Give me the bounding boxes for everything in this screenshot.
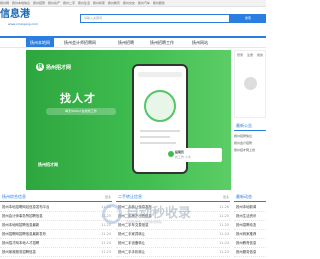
list-item-title: 扬州教育信息 [236,241,257,245]
list-item-title: 扬州二手设备转让 [118,241,146,245]
banner-title: 找人才 [60,92,96,105]
brand-name: 扬州招才网 [46,64,72,71]
list-item-date: 11-24 [219,232,229,236]
my-tab[interactable]: 我的 [257,53,263,57]
list-item-title: 扬州招聘动态 [236,223,257,227]
top-link[interactable]: 扬州招聘 [33,1,45,5]
list-item[interactable]: 扬州二手手机转让 11-23 [116,248,230,257]
page: 扬州网 扬州本地信息 扬州招聘 扬州房产 扬州二手 扬州生活 扬州商家 扬州教育… [0,0,266,259]
list-item-title: 扬州二手手机转让 [118,250,146,254]
nav-item-work[interactable]: 扬州招聘工作 [150,38,174,47]
avatar [244,77,257,90]
notice-item[interactable]: 扬州招才网上线 [234,148,255,152]
search-input[interactable]: 请输入关键词 [80,14,230,23]
list-item-date: 11-24 [219,241,229,245]
section-header: 扬州综合信息 更多 [0,193,112,202]
more-link[interactable]: 更多 [223,195,229,199]
login-panel: 登录 注册 我的 [234,50,266,118]
notice-item[interactable]: 扬州招聘信息 [234,134,252,138]
list-item[interactable]: 扬州二手家具转让 11-24 [116,230,230,239]
brand-badge-icon: 快 [36,63,44,71]
list-item-date: 11-23 [219,250,229,254]
top-link[interactable]: 扬州网 [0,1,9,5]
banner-subtitle: 每天5000人在线找工作 [46,108,116,115]
top-link[interactable]: 扬州服务 [153,1,165,5]
search-button[interactable]: 搜索 [230,14,266,23]
list-item-title: 扬州本地网招聘信息最新 [2,223,40,227]
card-title: 投简历 [175,150,185,154]
list-item[interactable]: 扬州本地新闻 [234,203,266,212]
section-title: 扬州综合信息 [2,194,26,199]
list-item[interactable]: 扬州会计师事务所招聘信息 11-25 [0,212,112,221]
list-item-date: 11-24 [101,232,111,236]
top-link[interactable]: 扬州交友 [123,1,135,5]
notice-item[interactable]: 扬州会计招聘 [234,141,252,145]
top-link[interactable]: 扬州商家 [93,1,105,5]
section-latest: 最新动态 扬州本地新闻 扬州生活资讯 扬州招聘动态 扬州商家推荐 扬州教育信息 … [234,193,266,259]
more-link[interactable]: 更多 [105,195,111,199]
nav-item-jobs[interactable]: 扬州招聘 [118,38,134,47]
notice-title: 最新公告 [236,123,252,128]
list-item[interactable]: 扬州教育信息 [234,239,266,248]
site-logo[interactable]: 信息港 www.xinxigang.com [0,9,39,29]
banner-card: 投简历 找工作·人才 [166,148,222,162]
list-item[interactable]: 扬州招聘动态 [234,221,266,230]
watermark: 自动秒收录 自动秒收录 · 自动收录网站 [102,200,234,228]
top-link[interactable]: 扬州本地信息 [12,1,30,5]
list-item-title: 扬州二手家具转让 [118,232,146,236]
top-link-bar: 扬州网 扬州本地信息 扬州招聘 扬州房产 扬州二手 扬州生活 扬州商家 扬州教育… [0,0,266,7]
section-header: 最新动态 [234,193,266,202]
top-link[interactable]: 扬州汽车 [138,1,150,5]
list-item-title: 扬州本地新闻 [236,205,257,209]
phone-search-bar [138,72,182,77]
list-item[interactable]: 扬州本地网招聘信息最新 11-25 [0,221,112,230]
card-dot-icon [168,151,174,157]
top-link[interactable]: 扬州教育 [108,1,120,5]
watermark-logo-icon [102,204,122,224]
card-subtitle: 找工作·人才 [175,155,191,159]
top-link[interactable]: 扬州房产 [48,1,60,5]
list-item[interactable]: 扬州招才网本地人才招聘 11-24 [0,239,112,248]
watermark-title: 自动秒收录 [126,206,192,221]
list-item[interactable]: 扬州二手设备转让 11-24 [116,239,230,248]
list-item-title: 扬州家政服务招聘信息 [2,250,36,254]
logo-title: 信息港 [0,9,30,20]
list-item-title: 扬州会计师事务所招聘信息 [2,214,43,218]
nav-item-site[interactable]: 扬州网站 [192,38,208,47]
banner-brand: 快 扬州招才网 [36,62,71,72]
list-item[interactable]: 扬州生活资讯 [234,212,266,221]
list-item[interactable]: 扬州本地招聘网站信息发布平台 11-26 [0,203,112,212]
phone-avatar-icon [144,90,176,122]
nav-item-home[interactable]: 扬州本地网 [26,38,54,47]
list-item[interactable]: 扬州家政服务招聘信息 11-23 [0,248,112,257]
list-item-title: 扬州本地招聘网站信息发布平台 [2,205,50,209]
list-item-date: 11-24 [101,241,111,245]
section-title: 最新动态 [236,194,252,199]
list-item-title: 扬州服务信息 [236,250,257,254]
register-tab[interactable]: 注册 [247,53,253,57]
nav-item-accounting[interactable]: 扬州会计师招聘网 [64,38,96,47]
top-link[interactable]: 扬州二手 [63,1,75,5]
notice-header: 最新公告 [234,122,266,131]
phone-text-line [140,136,170,138]
list-item[interactable]: 扬州商家推荐 [234,230,266,239]
list-item-title: 扬州招才网本地人才招聘 [2,241,40,245]
main-nav: 扬州本地网 扬州会计师招聘网 扬州招聘 扬州招聘工作 扬州网站 [0,36,266,48]
watermark-subtitle: 自动秒收录 · 自动收录网站 [126,220,162,224]
list-item-title: 扬州生活资讯 [236,214,257,218]
logo-subtitle: www.xinxigang.com [8,22,39,26]
list-item-title: 扬州招聘网招聘信息最新发布 [2,232,47,236]
login-tab[interactable]: 登录 [237,53,243,57]
top-link[interactable]: 扬州生活 [78,1,90,5]
list-item-date: 11-23 [101,250,111,254]
list-item[interactable]: 扬州招聘网招聘信息最新发布 11-24 [0,230,112,239]
phone-text-line [140,142,176,144]
promo-banner[interactable]: 快 扬州招才网 找人才 每天5000人在线找工作 扬州招才网 投简历 找工作·人… [26,50,231,190]
phone-text-line [140,130,180,132]
notice-panel: 最新公告 扬州招聘信息 扬州会计招聘 扬州招才网上线 [234,122,266,190]
banner-bottom-logo: 扬州招才网 [38,162,58,167]
list-item[interactable]: 扬州服务信息 [234,248,266,257]
section-local-info: 扬州综合信息 更多 扬州本地招聘网站信息发布平台 11-26 扬州会计师事务所招聘… [0,193,112,259]
list-item-title: 扬州商家推荐 [236,232,257,236]
